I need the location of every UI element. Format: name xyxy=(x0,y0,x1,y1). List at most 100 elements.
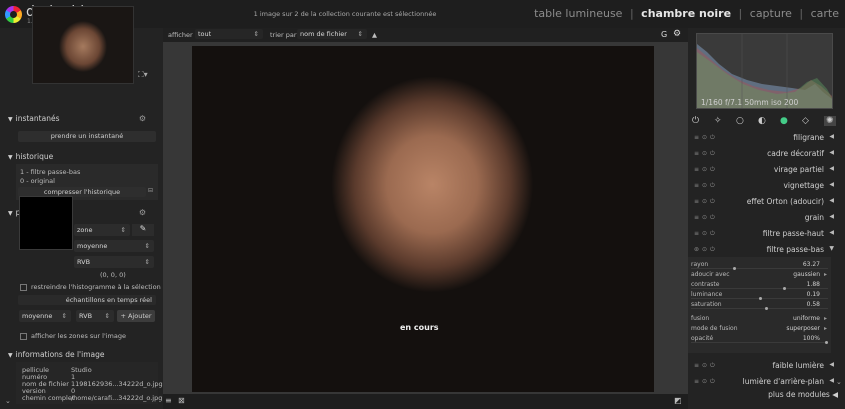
color-swatch xyxy=(19,196,73,250)
checkbox-icon xyxy=(20,332,27,340)
sample-colorspace-select[interactable]: RVB ⇕ xyxy=(76,310,114,322)
styles-icon[interactable]: ≡ xyxy=(165,396,172,405)
module-lowlight[interactable]: ≡⊙⏻ faible lumière ◀ xyxy=(688,359,838,373)
expand-arrow-icon: ◀ xyxy=(829,149,834,156)
more-modules-button[interactable]: plus de modules ◀ xyxy=(720,390,838,399)
snapshots-header[interactable]: ▼ instantanés ⚙ xyxy=(8,114,158,124)
exif-info: 1/160 f/7.1 50mm iso 200 xyxy=(701,98,799,107)
expand-arrow-icon: ◀ xyxy=(829,165,834,172)
param-luminance[interactable]: luminance 0.19 xyxy=(691,291,828,300)
picker-mode-select[interactable]: zone ⇕ xyxy=(74,224,130,236)
expand-triangle-icon: ▼ xyxy=(8,210,13,217)
history-item[interactable]: 1 - filtre passe-bas xyxy=(20,168,80,176)
zoom-menu-icon[interactable]: ⛶▾ xyxy=(138,70,148,80)
history-header[interactable]: ▼ historique xyxy=(8,152,158,162)
compare-icon[interactable]: ◩ xyxy=(674,396,682,405)
param-opacity[interactable]: opacité 100% xyxy=(691,335,828,344)
info-label: chemin complet xyxy=(22,394,75,402)
show-areas-checkbox[interactable]: afficher les zones sur l'image xyxy=(20,332,126,340)
module-state-icons: ≡⊙⏻ xyxy=(694,214,718,221)
view-lighttable[interactable]: table lumineuse xyxy=(534,7,622,20)
basic-group-circle-icon[interactable]: ○ xyxy=(736,116,744,126)
slider-knob[interactable] xyxy=(759,297,763,300)
sort-label: trier par xyxy=(270,31,297,39)
param-saturation[interactable]: saturation 0.58 xyxy=(691,301,828,310)
picked-values: (0, 0, 0) xyxy=(100,271,126,279)
module-highpass[interactable]: ≡⊙⏻ filtre passe-haut ◀ xyxy=(688,227,838,241)
grouping-button[interactable]: G xyxy=(661,30,667,39)
param-blend-mode[interactable]: mode de fusion superposer ▸ xyxy=(691,325,828,332)
expand-arrow-icon: ◀ xyxy=(829,197,834,204)
tone-group-halfcircle-icon[interactable]: ◐ xyxy=(758,116,766,126)
live-samples-label: échantillons en temps réel xyxy=(18,295,156,305)
module-grain[interactable]: ≡⊙⏻ grain ◀ xyxy=(688,211,838,225)
expand-arrow-icon: ◀ xyxy=(829,229,834,236)
imageinfo-header[interactable]: ▼ informations de l'image xyxy=(8,350,158,360)
eyedropper-icon[interactable]: ✎ xyxy=(132,224,154,236)
history-item[interactable]: 0 - original xyxy=(20,177,55,185)
navigation-thumbnail[interactable] xyxy=(32,6,134,84)
dropdown-arrow-icon: ▸ xyxy=(823,325,827,332)
lock-icon[interactable]: ⊟ xyxy=(148,187,153,194)
collapse-left-icon[interactable]: ⌄ xyxy=(5,397,11,405)
take-snapshot-button[interactable]: prendre un instantané xyxy=(18,131,156,142)
histogram-graph xyxy=(697,34,832,108)
show-filter-select[interactable]: tout ⇕ xyxy=(195,29,263,39)
view-switcher: table lumineuse | chambre noire | captur… xyxy=(532,7,841,20)
param-radius[interactable]: rayon 63.27 xyxy=(691,261,828,270)
view-separator: | xyxy=(629,7,634,20)
bottom-toolbar xyxy=(163,394,688,409)
module-groups-bar: ⏻ ✧ ○ ◐ ● ◇ ✺ xyxy=(688,114,845,128)
module-splittoning[interactable]: ≡⊙⏻ virage partiel ◀ xyxy=(688,163,838,177)
preset-gear-icon[interactable]: ⚙ xyxy=(139,208,146,217)
info-value: /home/carafi...34222d_o.jpg xyxy=(71,394,163,402)
info-value: 1198162936...34222d_o.jpg xyxy=(71,380,163,388)
view-darkroom[interactable]: chambre noire xyxy=(641,7,731,20)
effects-group-icon[interactable]: ✺ xyxy=(824,116,836,126)
slider-knob[interactable] xyxy=(783,287,787,290)
param-contrast[interactable]: contraste 1.88 xyxy=(691,281,828,290)
power-icon[interactable]: ⏻ xyxy=(692,116,699,126)
param-blend[interactable]: fusion uniforme ▸ xyxy=(691,315,828,322)
color-group-icon[interactable]: ● xyxy=(780,116,788,126)
view-map[interactable]: carte xyxy=(811,7,839,20)
correction-group-icon[interactable]: ◇ xyxy=(802,116,809,126)
favorites-star-icon[interactable]: ✧ xyxy=(714,116,722,126)
sort-direction-icon[interactable]: ▲ xyxy=(372,31,377,39)
add-sample-button[interactable]: + Ajouter xyxy=(117,310,155,322)
preferences-gear-icon[interactable]: ⚙ xyxy=(673,29,681,39)
module-frame[interactable]: ≡⊙⏻ cadre décoratif ◀ xyxy=(688,147,838,161)
sort-select[interactable]: nom de fichier ⇕ xyxy=(297,29,367,39)
slider-knob[interactable] xyxy=(764,307,768,310)
view-separator: | xyxy=(799,7,804,20)
picker-stat-select[interactable]: moyenne ⇕ xyxy=(74,240,154,252)
collapse-right-icon[interactable]: ⌄ xyxy=(836,378,842,386)
module-lowpass[interactable]: ⊛⊙⏻ filtre passe-bas ▼ xyxy=(688,243,838,257)
expand-arrow-icon: ◀ xyxy=(829,133,834,140)
collapse-arrow-icon: ▼ xyxy=(829,245,834,252)
view-separator: | xyxy=(738,7,743,20)
module-backlight[interactable]: ≡⊙⏻ lumière d'arrière-plan ◀ xyxy=(688,375,838,389)
dropdown-arrow-icon: ▸ xyxy=(823,271,827,278)
expand-triangle-icon: ▼ xyxy=(8,116,13,123)
expand-triangle-icon: ▼ xyxy=(8,352,13,359)
module-state-icons: ≡⊙⏻ xyxy=(694,150,718,157)
slider-knob[interactable] xyxy=(732,267,736,270)
expand-triangle-icon: ▼ xyxy=(8,154,13,161)
module-state-icons: ≡⊙⏻ xyxy=(694,362,718,369)
overexposure-icon[interactable]: ⊠ xyxy=(178,396,185,405)
module-watermark[interactable]: ≡⊙⏻ filigrane ◀ xyxy=(688,131,838,145)
picker-colorspace-select[interactable]: RVB ⇕ xyxy=(74,256,154,268)
restrict-histogram-checkbox[interactable]: restreindre l'histogramme à la sélection xyxy=(20,283,161,291)
portrait-photo[interactable] xyxy=(192,46,654,392)
expand-arrow-icon: ◀ xyxy=(829,213,834,220)
view-capture[interactable]: capture xyxy=(750,7,792,20)
module-orton[interactable]: ≡⊙⏻ effet Orton (adoucir) ◀ xyxy=(688,195,838,209)
sample-stat-select[interactable]: moyenne ⇕ xyxy=(19,310,71,322)
preset-gear-icon[interactable]: ⚙ xyxy=(139,114,146,123)
param-soften-with[interactable]: adoucir avec gaussien ▸ xyxy=(691,271,828,278)
expand-arrow-icon: ◀ xyxy=(829,361,834,368)
show-label: afficher xyxy=(168,31,193,39)
slider-knob[interactable] xyxy=(825,341,828,344)
module-vignette[interactable]: ≡⊙⏻ vignettage ◀ xyxy=(688,179,838,193)
